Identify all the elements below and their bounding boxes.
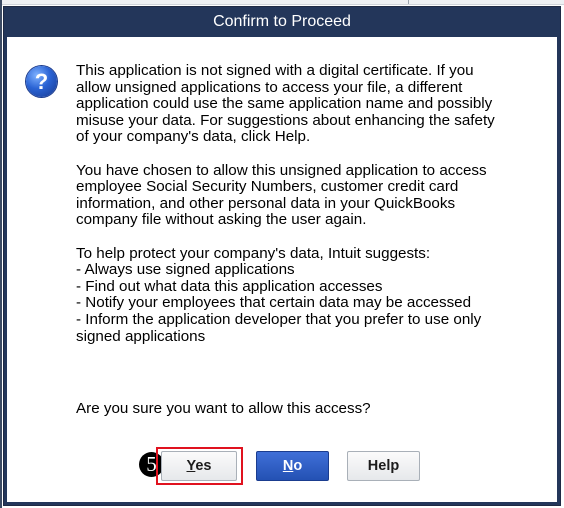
dialog-body: ? This application is not signed with a …: [4, 37, 560, 505]
screen: Confirm to Proceed ? This application is…: [0, 0, 564, 508]
help-button-label: Help: [367, 458, 400, 474]
no-button[interactable]: No: [256, 451, 329, 481]
confirmation-question: Are you sure you want to allow this acce…: [76, 400, 371, 417]
question-icon: ?: [26, 66, 57, 97]
background-window-edge: [0, 0, 2, 508]
background-window-strip: [0, 0, 564, 5]
no-button-mnemonic: N: [282, 458, 294, 474]
no-button-label-rest: o: [293, 458, 303, 474]
confirm-dialog: Confirm to Proceed ? This application is…: [3, 6, 561, 506]
message-paragraph-signing: This application is not signed with a di…: [76, 62, 495, 146]
yes-button[interactable]: Yes: [161, 451, 237, 481]
help-button[interactable]: Help: [347, 451, 420, 481]
yes-button-label-rest: es: [195, 458, 212, 474]
message-text: This application is not signed with a di…: [76, 62, 546, 362]
message-paragraph-access: You have chosen to allow this unsigned a…: [76, 161, 487, 229]
background-window-divider: [408, 0, 409, 4]
message-paragraph-suggestions: To help protect your company's data, Int…: [76, 244, 482, 345]
dialog-titlebar[interactable]: Confirm to Proceed: [4, 7, 560, 37]
dialog-title: Confirm to Proceed: [213, 13, 351, 30]
